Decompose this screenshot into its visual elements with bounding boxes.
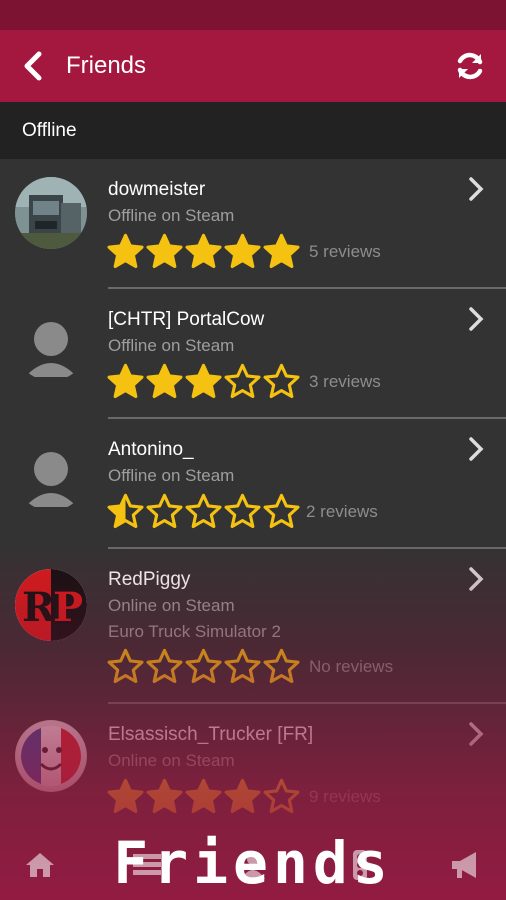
friend-row[interactable]: Antonino_ Offline on Steam 2 reviews bbox=[0, 419, 506, 549]
friend-row[interactable]: Elsassisch_Trucker [FR] Online on Steam … bbox=[0, 704, 506, 834]
friend-name: Elsassisch_Trucker [FR] bbox=[108, 724, 314, 745]
friend-name: Antonino_ bbox=[108, 439, 194, 460]
friend-status: Offline on Steam bbox=[108, 206, 235, 225]
friend-status: Offline on Steam bbox=[108, 466, 235, 485]
back-arrow-icon bbox=[24, 51, 42, 81]
star-half-icon bbox=[107, 493, 144, 529]
review-count: No reviews bbox=[309, 657, 394, 676]
star-empty-icon bbox=[224, 648, 261, 684]
star-empty-icon bbox=[224, 363, 261, 399]
back-button[interactable] bbox=[6, 30, 60, 102]
svg-text:R: R bbox=[22, 584, 56, 631]
friend-row[interactable]: R P RedPiggy Online on Steam Euro Truck … bbox=[0, 549, 506, 704]
avatar bbox=[15, 720, 87, 792]
star-empty-icon bbox=[263, 363, 300, 399]
truck-avatar-icon bbox=[15, 177, 87, 249]
star-empty-icon bbox=[107, 648, 144, 684]
friend-status: Online on Steam bbox=[108, 751, 235, 770]
friend-game: Euro Truck Simulator 2 bbox=[108, 622, 281, 641]
friend-name: RedPiggy bbox=[108, 569, 191, 590]
rating-stars bbox=[106, 363, 301, 399]
status-bar bbox=[0, 0, 506, 30]
default-person-icon bbox=[25, 452, 77, 507]
french-flag-face-icon bbox=[16, 721, 86, 791]
avatar: R P bbox=[15, 569, 87, 641]
review-count: 5 reviews bbox=[309, 242, 381, 261]
star-filled-icon bbox=[146, 778, 183, 814]
friend-name: dowmeister bbox=[108, 179, 206, 200]
star-filled-icon bbox=[146, 233, 183, 269]
default-person-icon bbox=[25, 322, 77, 377]
avatar bbox=[15, 309, 87, 381]
review-count: 2 reviews bbox=[306, 502, 378, 521]
star-filled-icon bbox=[185, 778, 222, 814]
star-empty-icon bbox=[224, 493, 261, 529]
section-header-offline: Offline bbox=[0, 102, 506, 159]
star-filled-icon bbox=[107, 363, 144, 399]
rating-stars bbox=[106, 648, 301, 684]
promo-caption: Friends bbox=[113, 829, 393, 897]
page-title: Friends bbox=[66, 52, 147, 79]
chevron-right-icon bbox=[469, 722, 484, 746]
rating-stars bbox=[106, 233, 301, 269]
rating-stars bbox=[106, 493, 301, 529]
friend-name: [CHTR] PortalCow bbox=[108, 309, 265, 330]
app-bar: Friends bbox=[0, 30, 506, 102]
star-empty-icon bbox=[185, 493, 222, 529]
rp-logo-icon: R P bbox=[15, 569, 87, 641]
star-filled-icon bbox=[185, 363, 222, 399]
friend-row[interactable]: dowmeister Offline on Steam 5 reviews bbox=[0, 159, 506, 289]
refresh-icon bbox=[457, 52, 483, 80]
star-filled-icon bbox=[185, 233, 222, 269]
star-filled-icon bbox=[146, 363, 183, 399]
friends-list: dowmeister Offline on Steam 5 reviews [C… bbox=[0, 159, 506, 834]
svg-text:P: P bbox=[53, 584, 83, 631]
star-filled-icon bbox=[107, 233, 144, 269]
star-filled-icon bbox=[224, 778, 261, 814]
friend-row[interactable]: [CHTR] PortalCow Offline on Steam 3 revi… bbox=[0, 289, 506, 419]
review-count: 9 reviews bbox=[309, 787, 381, 806]
star-empty-icon bbox=[146, 648, 183, 684]
star-empty-icon bbox=[185, 648, 222, 684]
review-count: 3 reviews bbox=[309, 372, 381, 391]
star-empty-icon bbox=[146, 493, 183, 529]
chevron-right-icon bbox=[469, 177, 484, 201]
chevron-right-icon bbox=[469, 437, 484, 461]
avatar bbox=[15, 439, 87, 511]
star-empty-icon bbox=[263, 648, 300, 684]
chevron-right-icon bbox=[469, 567, 484, 591]
chevron-right-icon bbox=[469, 307, 484, 331]
friend-status: Online on Steam bbox=[108, 596, 235, 615]
friend-status: Offline on Steam bbox=[108, 336, 235, 355]
avatar bbox=[15, 177, 87, 249]
star-filled-icon bbox=[224, 233, 261, 269]
star-filled-icon bbox=[263, 233, 300, 269]
star-empty-icon bbox=[263, 493, 300, 529]
refresh-button[interactable] bbox=[452, 48, 488, 84]
star-filled-icon bbox=[107, 778, 144, 814]
rating-stars bbox=[106, 778, 301, 814]
star-empty-icon bbox=[263, 778, 300, 814]
